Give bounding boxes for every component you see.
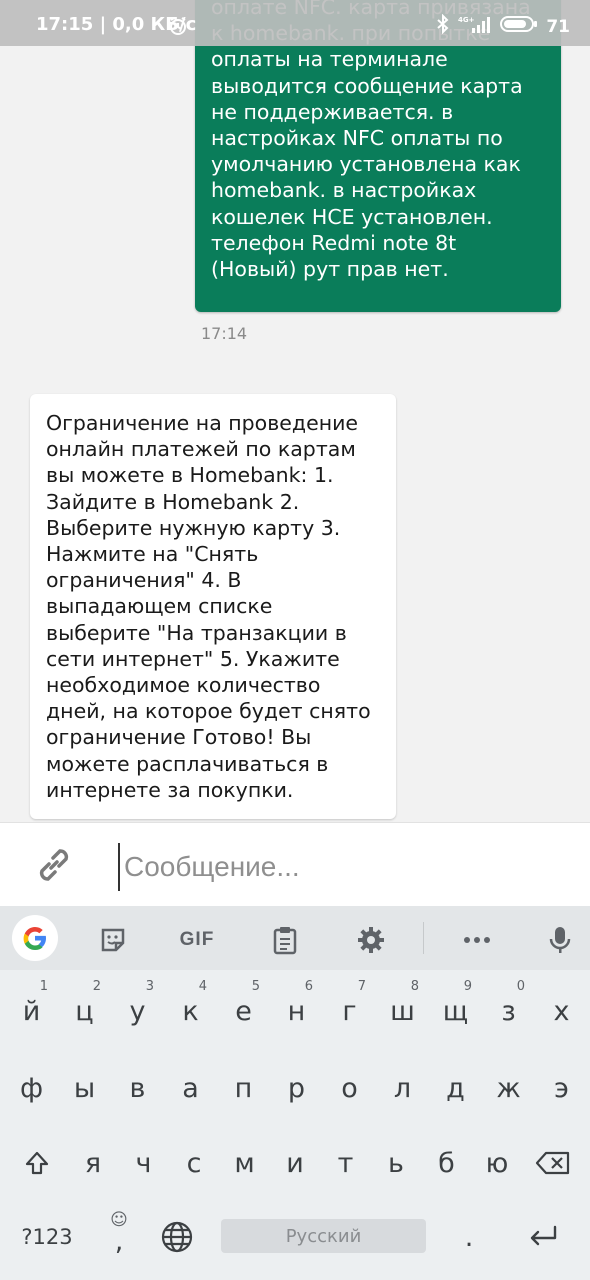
message-composer [0,822,590,906]
key-row2[interactable]: о [323,1063,376,1113]
more-icon[interactable] [455,918,499,962]
key-row3[interactable]: и [270,1138,320,1188]
key-row2[interactable]: ф [5,1063,58,1113]
key-label: ш [390,995,415,1027]
message-timestamp: 17:14 [201,324,248,343]
key-label: х [553,995,570,1027]
key-row2[interactable]: э [535,1063,588,1113]
key-row2[interactable]: п [217,1063,270,1113]
signal-icon: 4G+ [458,14,492,39]
key-row3[interactable]: б [422,1138,472,1188]
key-label: й [22,995,41,1027]
key-row3[interactable]: т [321,1138,371,1188]
key-label: у [129,995,146,1027]
keyboard: GIF й1ц2у3к4е5н6г7ш8щ9з0х фывапролджэ яч… [0,906,590,1280]
sticker-icon[interactable] [91,918,135,962]
key-hint: 4 [198,979,207,994]
key-hint: 1 [39,979,48,994]
key-label: г [342,995,357,1027]
key-label: н [287,995,306,1027]
period-key[interactable]: . [446,1212,492,1262]
key-row1[interactable]: з0 [482,979,535,1036]
chat-area[interactable]: оплате NFC. карта привязана к homebank. … [0,0,590,822]
key-row3[interactable]: м [220,1138,270,1188]
alarm-icon [168,16,188,41]
settings-icon[interactable] [349,918,393,962]
outgoing-message-bubble[interactable]: оплате NFC. карта привязана к homebank. … [195,0,561,312]
key-hint: 6 [304,979,313,994]
battery-icon [500,14,538,39]
key-row3[interactable]: с [169,1138,219,1188]
space-key[interactable]: Русский [221,1219,426,1253]
key-hint: 7 [357,979,366,994]
status-right-group: 4G+ 71 [436,13,570,39]
globe-icon[interactable] [154,1212,200,1262]
key-row1[interactable]: щ9 [429,979,482,1036]
key-row1[interactable]: ш8 [376,979,429,1036]
incoming-message-text: Ограничение на проведение онлайн платеже… [46,411,371,802]
key-row3[interactable]: ь [371,1138,421,1188]
key-row2[interactable]: д [429,1063,482,1113]
key-hint: 0 [516,979,525,994]
key-row1[interactable]: н6 [270,979,323,1036]
key-row3[interactable]: ч [119,1138,169,1188]
key-row3[interactable]: я [68,1138,118,1188]
bluetooth-icon [436,13,450,39]
emoji-comma-key[interactable]: ☺ , [96,1210,142,1262]
incoming-message-bubble[interactable]: Ограничение на проведение онлайн платеже… [30,394,396,819]
key-row2[interactable]: л [376,1063,429,1113]
key-row2[interactable]: ы [58,1063,111,1113]
keyboard-toolbar: GIF [0,906,590,970]
key-label: к [182,995,199,1027]
key-row1[interactable]: г7 [323,979,376,1036]
svg-text:4G+: 4G+ [458,16,475,24]
key-hint: 3 [145,979,154,994]
key-row3[interactable]: ю [472,1138,522,1188]
key-row2[interactable]: в [111,1063,164,1113]
key-row2[interactable]: р [270,1063,323,1113]
mic-icon[interactable] [538,918,582,962]
key-row1[interactable]: е5 [217,979,270,1036]
key-row1[interactable]: х [535,986,588,1036]
key-row2[interactable]: а [164,1063,217,1113]
key-hint: 9 [463,979,472,994]
comma-label: , [114,1226,124,1257]
key-label: щ [442,995,469,1027]
key-hint: 5 [251,979,260,994]
shift-key[interactable] [12,1138,62,1188]
key-label: е [235,995,252,1027]
battery-level: 71 [546,16,570,37]
key-label: ц [75,995,94,1027]
attach-link-icon[interactable] [30,841,78,889]
status-bar: 17:15 | 0,0 КБ/с 4G+ 71 [0,0,590,46]
key-row1[interactable]: к4 [164,979,217,1036]
symbols-key[interactable]: ?123 [12,1212,82,1262]
key-row1[interactable]: у3 [111,979,164,1036]
message-input[interactable] [118,843,558,891]
enter-key[interactable] [518,1212,568,1262]
gif-icon[interactable]: GIF [175,918,219,962]
google-icon[interactable] [12,915,58,961]
key-hint: 2 [92,979,101,994]
clipboard-icon[interactable] [263,918,307,962]
backspace-key[interactable] [528,1138,578,1188]
gif-label: GIF [179,929,215,950]
key-row1[interactable]: й1 [5,979,58,1036]
key-label: з [501,995,516,1027]
toolbar-divider [423,922,424,954]
key-row2[interactable]: ж [482,1063,535,1113]
key-row1[interactable]: ц2 [58,979,111,1036]
key-hint: 8 [410,979,419,994]
